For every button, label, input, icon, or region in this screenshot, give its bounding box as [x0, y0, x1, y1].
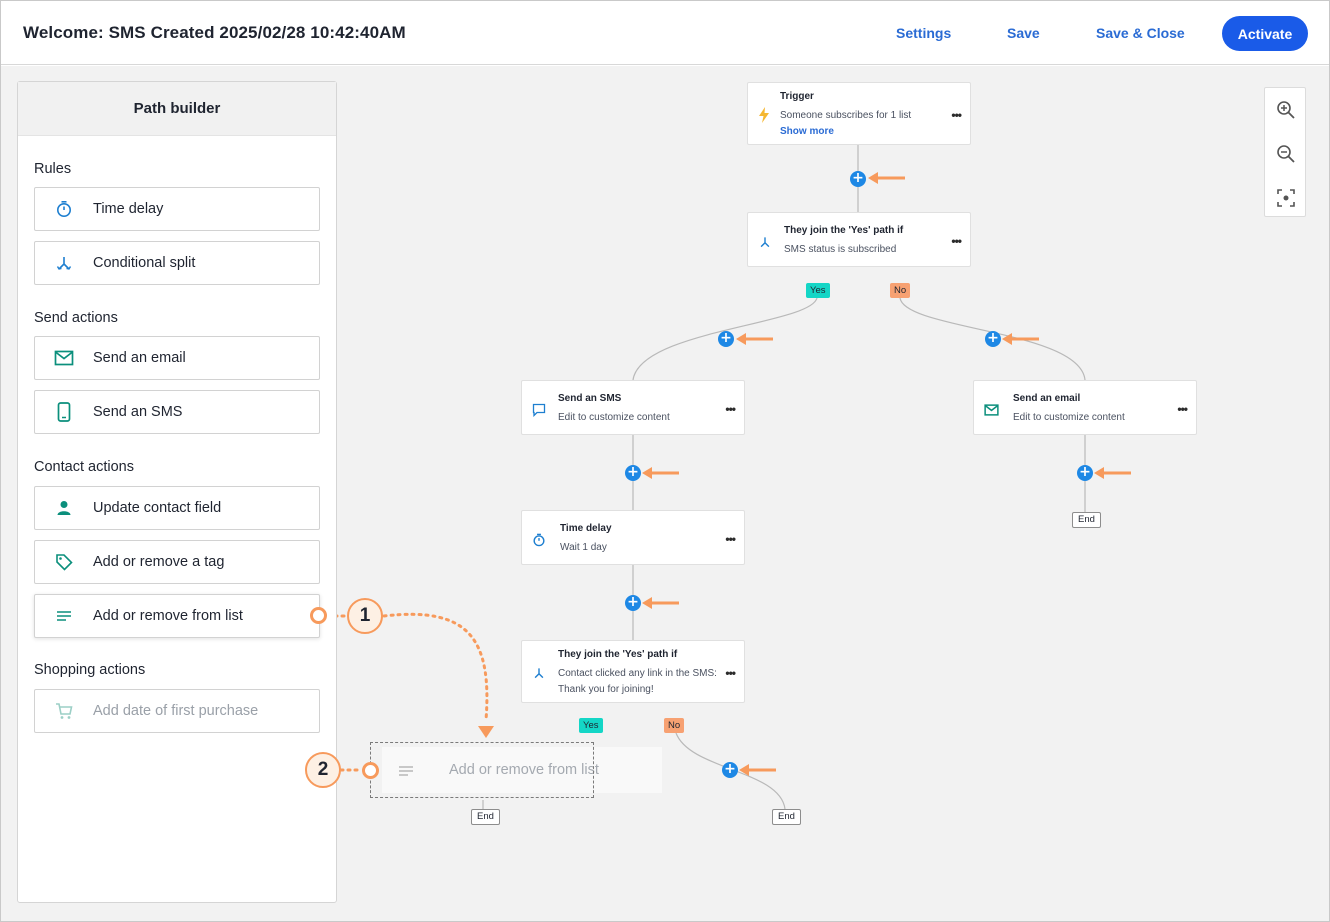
yes-badge: Yes: [579, 718, 603, 733]
add-first-purchase-label: Add date of first purchase: [93, 703, 259, 719]
send-sms-label: Send an SMS: [93, 404, 183, 420]
add-remove-tag-label: Add or remove a tag: [93, 554, 225, 570]
send-email-more-menu[interactable]: •••: [1177, 403, 1188, 415]
zoom-out-icon: [1277, 145, 1295, 163]
add-remove-tag-item[interactable]: Add or remove a tag: [34, 540, 320, 584]
section-rules: Rules: [34, 161, 72, 177]
annotation-arrow: [736, 333, 773, 345]
send-sms-node[interactable]: Send an SMS Edit to customize content ••…: [521, 380, 745, 435]
add-remove-list-item[interactable]: Add or remove from list: [34, 594, 320, 638]
section-contact-actions: Contact actions: [34, 459, 134, 475]
time-delay-more-menu[interactable]: •••: [725, 533, 736, 545]
path-builder-panel: Path builder Rules Time delay Conditiona…: [17, 81, 337, 903]
add-step-button[interactable]: +: [985, 331, 1001, 347]
zoom-in-icon: [1277, 101, 1295, 119]
send-email-item[interactable]: Send an email: [34, 336, 320, 380]
callout-anchor: [362, 762, 379, 779]
chat-bubble-icon: [529, 400, 549, 420]
split-2-more-menu[interactable]: •••: [725, 667, 736, 679]
timer-icon: [529, 530, 549, 550]
callout-1: 1: [347, 598, 383, 634]
no-badge: No: [664, 718, 685, 733]
annotation-arrow: [868, 172, 905, 184]
send-email-node[interactable]: Send an email Edit to customize content …: [973, 380, 1197, 435]
end-marker: End: [1072, 512, 1101, 528]
tag-icon: [35, 541, 93, 583]
list-icon: [35, 595, 93, 637]
update-contact-field-label: Update contact field: [93, 500, 222, 516]
split-icon: [529, 663, 549, 683]
split-2-subtitle-line2: Thank you for joining!: [558, 684, 654, 695]
time-delay-node[interactable]: Time delay Wait 1 day •••: [521, 510, 745, 565]
send-email-label: Send an email: [93, 350, 186, 366]
split-2-title: They join the 'Yes' path if: [558, 649, 678, 660]
send-sms-item[interactable]: Send an SMS: [34, 390, 320, 434]
add-step-button[interactable]: +: [1077, 465, 1093, 481]
fit-to-screen-button[interactable]: [1273, 185, 1299, 211]
send-sms-node-title: Send an SMS: [558, 393, 622, 404]
send-email-node-title: Send an email: [1013, 393, 1081, 404]
update-contact-field-item[interactable]: Update contact field: [34, 486, 320, 530]
split-icon: [35, 242, 93, 284]
add-remove-list-label: Add or remove from list: [93, 608, 243, 624]
send-email-node-subtitle: Edit to customize content: [1013, 412, 1125, 423]
zoom-out-button[interactable]: [1273, 141, 1299, 167]
add-first-purchase-item[interactable]: Add date of first purchase: [34, 689, 320, 733]
time-delay-node-subtitle: Wait 1 day: [560, 542, 607, 553]
drag-arrow-head: [478, 726, 494, 738]
add-step-button[interactable]: +: [718, 331, 734, 347]
trigger-node[interactable]: Trigger Someone subscribes for 1 list Sh…: [747, 82, 971, 145]
lightning-icon: [754, 105, 774, 125]
split-2-subtitle: Contact clicked any link in the SMS:: [558, 668, 717, 679]
cart-icon: [35, 690, 93, 732]
conditional-split-label: Conditional split: [93, 255, 196, 271]
zoom-in-button[interactable]: [1273, 97, 1299, 123]
section-shopping-actions: Shopping actions: [34, 662, 146, 678]
end-marker: End: [471, 809, 500, 825]
envelope-icon: [35, 337, 93, 379]
add-step-button[interactable]: +: [625, 465, 641, 481]
annotation-arrow: [642, 467, 679, 479]
trigger-title: Trigger: [780, 91, 814, 102]
split-icon: [755, 232, 775, 252]
person-icon: [35, 487, 93, 529]
split-1-title: They join the 'Yes' path if: [784, 225, 904, 236]
split-1-more-menu[interactable]: •••: [951, 235, 962, 247]
envelope-icon: [981, 400, 1001, 420]
time-delay-node-title: Time delay: [560, 523, 612, 534]
split-1-subtitle: SMS status is subscribed: [784, 244, 897, 255]
callout-2: 2: [305, 752, 341, 788]
focus-icon: [1277, 189, 1295, 207]
section-send-actions: Send actions: [34, 310, 118, 326]
send-sms-more-menu[interactable]: •••: [725, 403, 736, 415]
show-more-link[interactable]: Show more: [780, 126, 834, 137]
time-delay-item[interactable]: Time delay: [34, 187, 320, 231]
phone-icon: [35, 391, 93, 433]
trigger-subtitle: Someone subscribes for 1 list: [780, 110, 912, 121]
time-delay-label: Time delay: [93, 201, 164, 217]
split-node-2[interactable]: They join the 'Yes' path if Contact clic…: [521, 640, 745, 703]
no-badge: No: [890, 283, 911, 298]
trigger-more-menu[interactable]: •••: [951, 109, 962, 121]
annotation-arrow: [642, 597, 679, 609]
yes-badge: Yes: [806, 283, 830, 298]
add-step-button[interactable]: +: [722, 762, 738, 778]
split-node-1[interactable]: They join the 'Yes' path if SMS status i…: [747, 212, 971, 267]
annotation-arrow: [1094, 467, 1131, 479]
drop-target-outline: [370, 742, 594, 798]
add-step-button[interactable]: +: [625, 595, 641, 611]
zoom-controls: [1264, 87, 1306, 217]
path-builder-title: Path builder: [18, 82, 336, 136]
send-sms-node-subtitle: Edit to customize content: [558, 412, 670, 423]
callout-anchor: [310, 607, 327, 624]
timer-icon: [35, 188, 93, 230]
conditional-split-item[interactable]: Conditional split: [34, 241, 320, 285]
end-marker: End: [772, 809, 801, 825]
add-step-button[interactable]: +: [850, 171, 866, 187]
